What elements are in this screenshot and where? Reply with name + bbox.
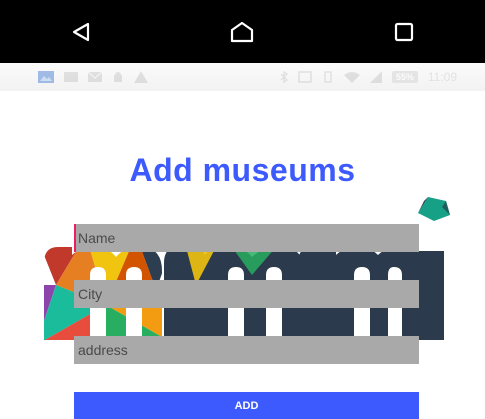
status-bar: 55% 11:09 xyxy=(0,63,485,91)
recents-button[interactable] xyxy=(374,0,434,63)
back-button[interactable] xyxy=(51,0,111,63)
status-right-icons: 55% 11:09 xyxy=(280,70,485,84)
warning-icon xyxy=(134,71,148,83)
signal-icon xyxy=(369,71,382,83)
name-input[interactable] xyxy=(74,224,419,252)
text-cursor xyxy=(74,224,76,252)
vibrate-icon xyxy=(324,71,332,83)
status-left-icons xyxy=(0,71,148,83)
navigation-bar xyxy=(0,0,485,63)
wifi-icon xyxy=(343,72,360,83)
nfc-icon xyxy=(298,71,312,83)
page-title: Add museums xyxy=(129,152,356,188)
notification-icon xyxy=(64,72,78,82)
address-input[interactable] xyxy=(74,336,419,364)
back-icon xyxy=(72,22,89,41)
museum-logo xyxy=(44,197,450,340)
add-button[interactable]: ADD xyxy=(74,392,419,419)
battery-indicator: 55% xyxy=(391,71,418,83)
logo-i-dot xyxy=(418,197,450,221)
recents-icon xyxy=(395,22,414,41)
android-icon xyxy=(114,72,122,82)
mail-icon xyxy=(88,71,102,82)
bluetooth-icon xyxy=(280,71,288,83)
gallery-icon xyxy=(38,71,54,83)
home-icon xyxy=(231,21,254,42)
status-time: 11:09 xyxy=(427,70,457,84)
home-button[interactable] xyxy=(212,0,272,63)
city-input[interactable] xyxy=(74,280,419,308)
